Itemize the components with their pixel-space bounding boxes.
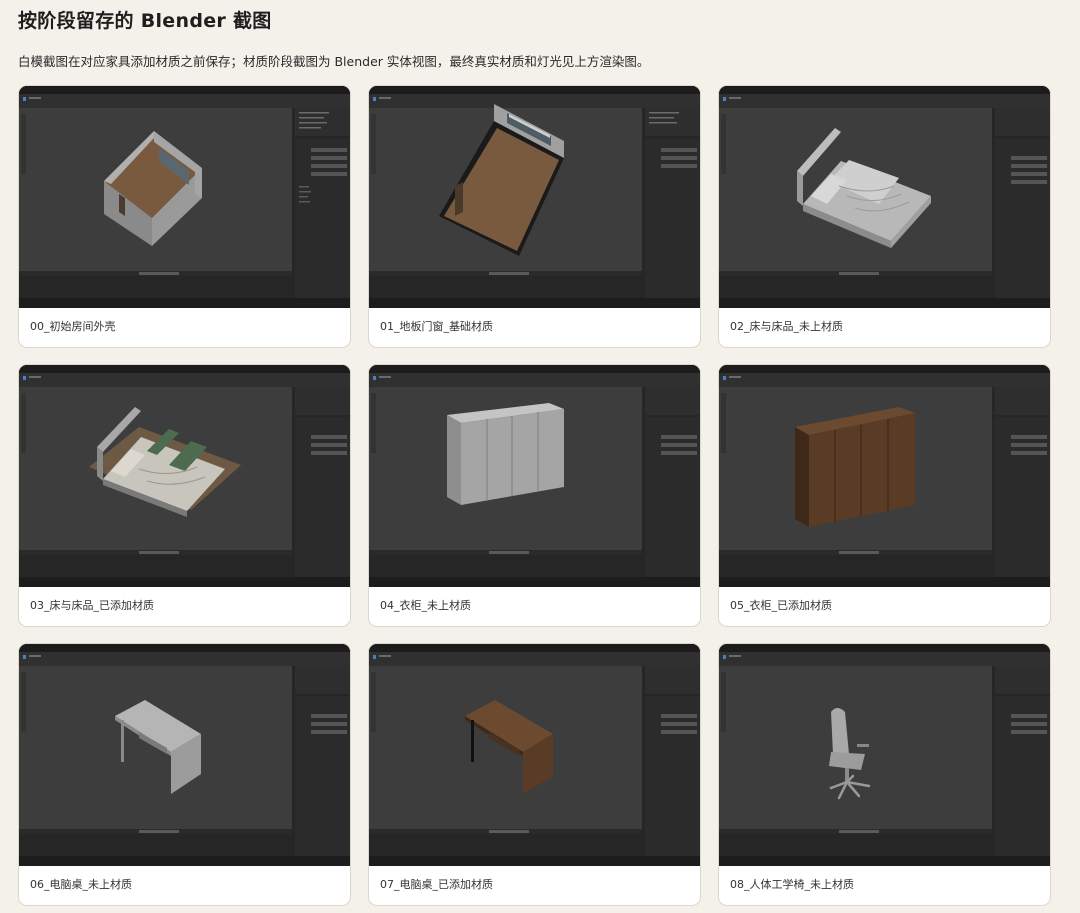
screenshot-card[interactable]: 04_衣柜_未上材质: [368, 364, 701, 627]
screenshot-card[interactable]: 08_人体工学椅_未上材质: [718, 643, 1051, 906]
screenshot-card[interactable]: 00_初始房间外壳: [18, 85, 351, 348]
blender-screenshot[interactable]: [719, 86, 1051, 308]
page-description: 白模截图在对应家具添加材质之前保存；材质阶段截图为 Blender 实体视图，最…: [18, 54, 650, 69]
card-caption: 08_人体工学椅_未上材质: [730, 878, 854, 891]
blender-screenshot[interactable]: [369, 365, 701, 587]
screenshot-card[interactable]: 07_电脑桌_已添加材质: [368, 643, 701, 906]
card-caption: 04_衣柜_未上材质: [380, 599, 471, 612]
card-caption: 01_地板门窗_基础材质: [380, 320, 493, 333]
screenshot-card[interactable]: 06_电脑桌_未上材质: [18, 643, 351, 906]
blender-screenshot[interactable]: [369, 644, 701, 866]
blender-screenshot[interactable]: [19, 86, 351, 308]
blender-screenshot[interactable]: [719, 644, 1051, 866]
card-caption: 03_床与床品_已添加材质: [30, 599, 154, 612]
screenshot-card[interactable]: 01_地板门窗_基础材质: [368, 85, 701, 348]
card-caption: 00_初始房间外壳: [30, 320, 116, 333]
blender-screenshot[interactable]: [19, 365, 351, 587]
card-caption: 06_电脑桌_未上材质: [30, 878, 132, 891]
card-caption: 05_衣柜_已添加材质: [730, 599, 832, 612]
blender-screenshot[interactable]: [19, 644, 351, 866]
page-title: 按阶段留存的 Blender 截图: [18, 10, 272, 32]
card-caption: 02_床与床品_未上材质: [730, 320, 843, 333]
screenshot-card[interactable]: 02_床与床品_未上材质: [718, 85, 1051, 348]
screenshot-card[interactable]: 05_衣柜_已添加材质: [718, 364, 1051, 627]
card-caption: 07_电脑桌_已添加材质: [380, 878, 493, 891]
blender-screenshot[interactable]: [369, 86, 701, 308]
screenshot-card[interactable]: 03_床与床品_已添加材质: [18, 364, 351, 627]
blender-screenshot[interactable]: [719, 365, 1051, 587]
screenshot-grid: 00_初始房间外壳 01_地板门窗_基础材质 02_床与床品_未上材质 03_床…: [18, 85, 1051, 906]
